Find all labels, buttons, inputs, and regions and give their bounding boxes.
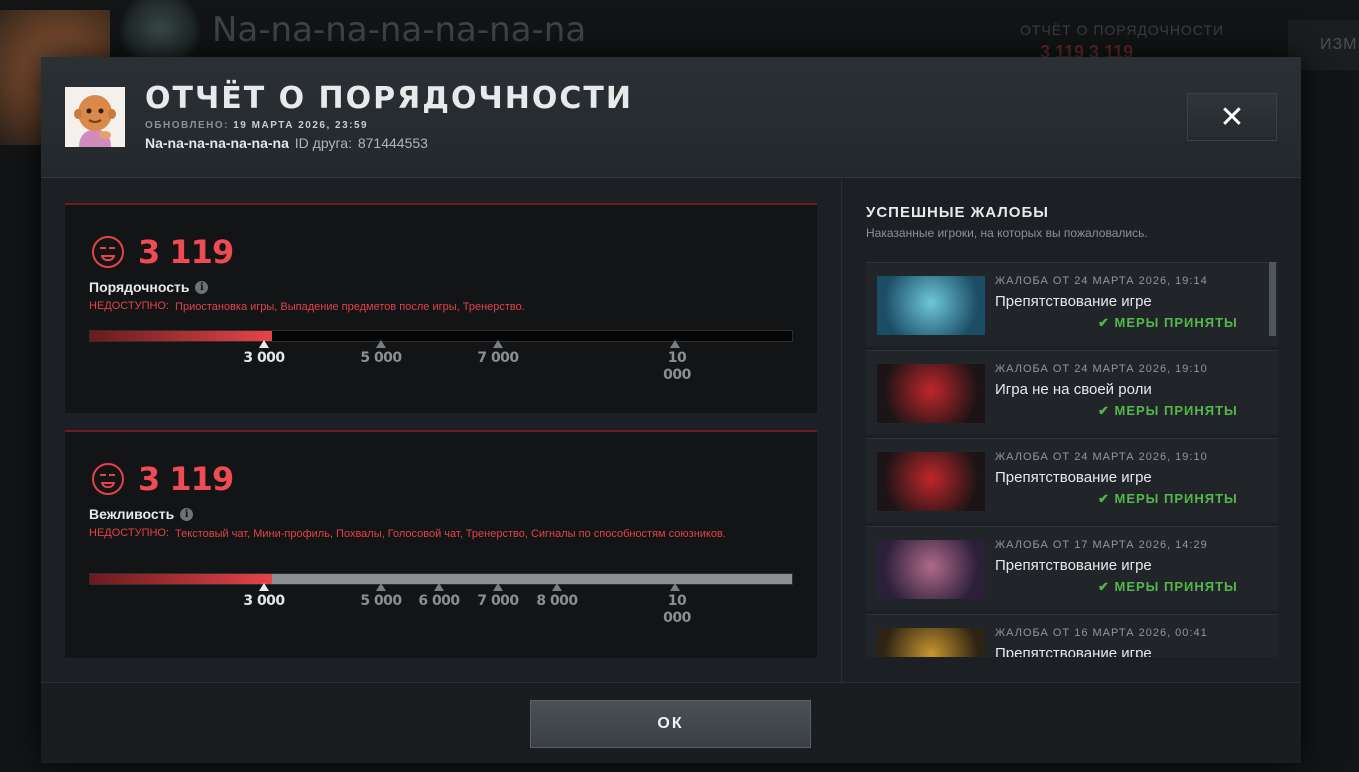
politeness-score: 3 119	[138, 460, 234, 498]
unavailable-features: Текстовый чат, Мини-профиль, Похвалы, Го…	[175, 528, 726, 540]
threshold-label: 5 000	[360, 593, 402, 609]
conduct-label: Порядочность i	[89, 279, 209, 295]
threshold-label: 6 000	[418, 593, 460, 609]
threshold-label: 7 000	[477, 350, 519, 366]
close-icon: ✕	[1219, 99, 1245, 135]
unavailable-features: Приостановка игры, Выпадение предметов п…	[175, 301, 525, 313]
dialog-footer: ОК	[41, 682, 1301, 763]
reports-subtitle: Наказанные игроки, на которых вы пожалов…	[866, 226, 1148, 240]
report-reason: Препятствование игре	[995, 645, 1152, 657]
threshold-marker	[376, 340, 386, 348]
hero-morphling-thumbnail	[877, 276, 985, 335]
updated-label: ОБНОВЛЕНО:	[145, 120, 229, 131]
report-reason: Препятствование игре	[995, 469, 1152, 486]
conduct-score-row: 3 119	[92, 233, 234, 271]
dialog-title: ОТЧЁТ О ПОРЯДОЧНОСТИ	[145, 81, 633, 116]
report-item[interactable]: ЖАЛОБА ОТ 24 МАРТА 2026, 19:14 Препятство…	[866, 262, 1278, 346]
info-icon[interactable]: i	[180, 507, 194, 521]
politeness-unavailable: НЕДОСТУПНО: Текстовый чат, Мини-профиль,…	[89, 527, 789, 542]
threshold-marker	[552, 583, 562, 591]
dialog-header: ОТЧЁТ О ПОРЯДОЧНОСТИ ОБНОВЛЕНО: 19 МАРТА…	[41, 57, 1301, 178]
unavailable-tag: НЕДОСТУПНО:	[89, 527, 170, 539]
report-item[interactable]: ЖАЛОБА ОТ 16 МАРТА 2026, 00:41 Препятство…	[866, 614, 1278, 657]
conduct-progress-bar	[89, 330, 793, 342]
report-item[interactable]: ЖАЛОБА ОТ 24 МАРТА 2026, 19:10 Препятство…	[866, 438, 1278, 522]
report-reason: Препятствование игре	[995, 557, 1152, 574]
background-report-label: ОТЧЁТ О ПОРЯДОЧНОСТИ	[1020, 22, 1225, 38]
rank-medal-icon	[114, 0, 206, 60]
hero-dark-red-thumbnail	[877, 452, 985, 511]
conduct-score: 3 119	[138, 233, 234, 271]
unavailable-tag: НЕДОСТУПНО:	[89, 300, 170, 312]
threshold-label: 10 000	[663, 350, 691, 383]
threshold-label: 8 000	[536, 593, 578, 609]
successful-reports-section: УСПЕШНЫЕ ЖАЛОБЫ Наказанные игроки, на ко…	[841, 178, 1301, 682]
report-date: ЖАЛОБА ОТ 17 МАРТА 2026, 14:29	[995, 539, 1208, 551]
threshold-marker	[376, 583, 386, 591]
updated-value: 19 МАРТА 2026, 23:59	[233, 120, 369, 131]
threshold-marker	[670, 340, 680, 348]
politeness-score-row: 3 119	[92, 460, 234, 498]
angry-face-icon	[92, 463, 124, 495]
info-icon[interactable]: i	[195, 280, 209, 294]
report-status: ✔ МЕРЫ ПРИНЯТЫ	[1098, 403, 1238, 418]
threshold-label: 5 000	[360, 350, 402, 366]
reports-title: УСПЕШНЫЕ ЖАЛОБЫ	[866, 204, 1049, 221]
close-button[interactable]: ✕	[1187, 93, 1277, 141]
reports-scrollbar[interactable]	[1269, 262, 1276, 336]
report-item[interactable]: ЖАЛОБА ОТ 24 МАРТА 2026, 19:10 Игра не на…	[866, 350, 1278, 434]
threshold-marker	[493, 583, 503, 591]
threshold-label: 3 000	[243, 593, 285, 609]
report-status: ✔ МЕРЫ ПРИНЯТЫ	[1098, 491, 1238, 506]
threshold-marker	[434, 583, 444, 591]
player-name: Na-na-na-na-na-na-na	[145, 135, 289, 151]
report-date: ЖАЛОБА ОТ 24 МАРТА 2026, 19:14	[995, 275, 1208, 287]
player-identity: Na-na-na-na-na-na-na ID друга: 871444553	[145, 135, 428, 151]
conduct-unavailable: НЕДОСТУПНО: Приостановка игры, Выпадение…	[89, 300, 789, 315]
threshold-label: 10 000	[663, 593, 691, 626]
threshold-marker	[259, 340, 269, 348]
friend-id-label: ID друга:	[294, 135, 352, 151]
friend-id: 871444553	[357, 135, 428, 151]
report-date: ЖАЛОБА ОТ 16 МАРТА 2026, 00:41	[995, 627, 1208, 639]
conduct-label-text: Порядочность	[89, 279, 190, 295]
report-status: ✔ МЕРЫ ПРИНЯТЫ	[1098, 315, 1238, 330]
politeness-panel: 3 119 Вежливость i НЕДОСТУПНО: Текстовый…	[65, 430, 817, 658]
background-player-name: Na-na-na-na-na-na-na	[212, 10, 587, 50]
politeness-progress-fill	[90, 574, 272, 584]
hero-dark-red-thumbnail	[877, 364, 985, 423]
threshold-label: 3 000	[243, 350, 285, 366]
hero-broodmother-thumbnail	[877, 540, 985, 599]
report-date: ЖАЛОБА ОТ 24 МАРТА 2026, 19:10	[995, 451, 1208, 463]
report-status: ✔ МЕРЫ ПРИНЯТЫ	[1098, 579, 1238, 594]
threshold-marker	[493, 340, 503, 348]
politeness-label: Вежливость i	[89, 506, 194, 522]
report-date: ЖАЛОБА ОТ 24 МАРТА 2026, 19:10	[995, 363, 1208, 375]
conduct-progress-fill	[90, 331, 272, 341]
updated-timestamp: ОБНОВЛЕНО: 19 МАРТА 2026, 23:59	[145, 120, 368, 131]
angry-face-icon	[92, 236, 124, 268]
threshold-marker	[670, 583, 680, 591]
avatar	[65, 87, 125, 147]
report-reason: Игра не на своей роли	[995, 381, 1152, 398]
threshold-marker	[259, 583, 269, 591]
hero-golden-thumbnail	[877, 628, 985, 657]
reports-list[interactable]: ЖАЛОБА ОТ 24 МАРТА 2026, 19:14 Препятство…	[866, 262, 1278, 657]
ok-button[interactable]: ОК	[530, 700, 811, 748]
conduct-panel: 3 119 Порядочность i НЕДОСТУПНО: Приоста…	[65, 203, 817, 413]
report-reason: Препятствование игре	[995, 293, 1152, 310]
politeness-label-text: Вежливость	[89, 506, 175, 522]
report-item[interactable]: ЖАЛОБА ОТ 17 МАРТА 2026, 14:29 Препятство…	[866, 526, 1278, 610]
threshold-label: 7 000	[477, 593, 519, 609]
conduct-report-dialog: ОТЧЁТ О ПОРЯДОЧНОСТИ ОБНОВЛЕНО: 19 МАРТА…	[41, 57, 1301, 763]
